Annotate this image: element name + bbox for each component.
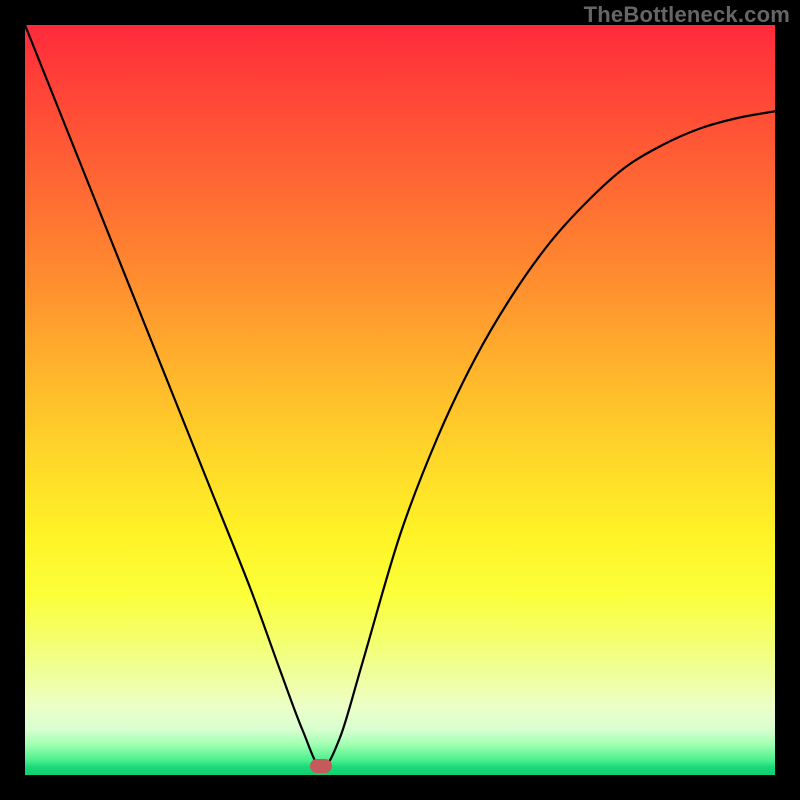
optimal-point-marker [310, 759, 332, 773]
chart-frame: TheBottleneck.com [0, 0, 800, 800]
plot-area [25, 25, 775, 775]
watermark-text: TheBottleneck.com [584, 2, 790, 28]
bottleneck-curve [25, 25, 775, 768]
curve-layer [25, 25, 775, 775]
